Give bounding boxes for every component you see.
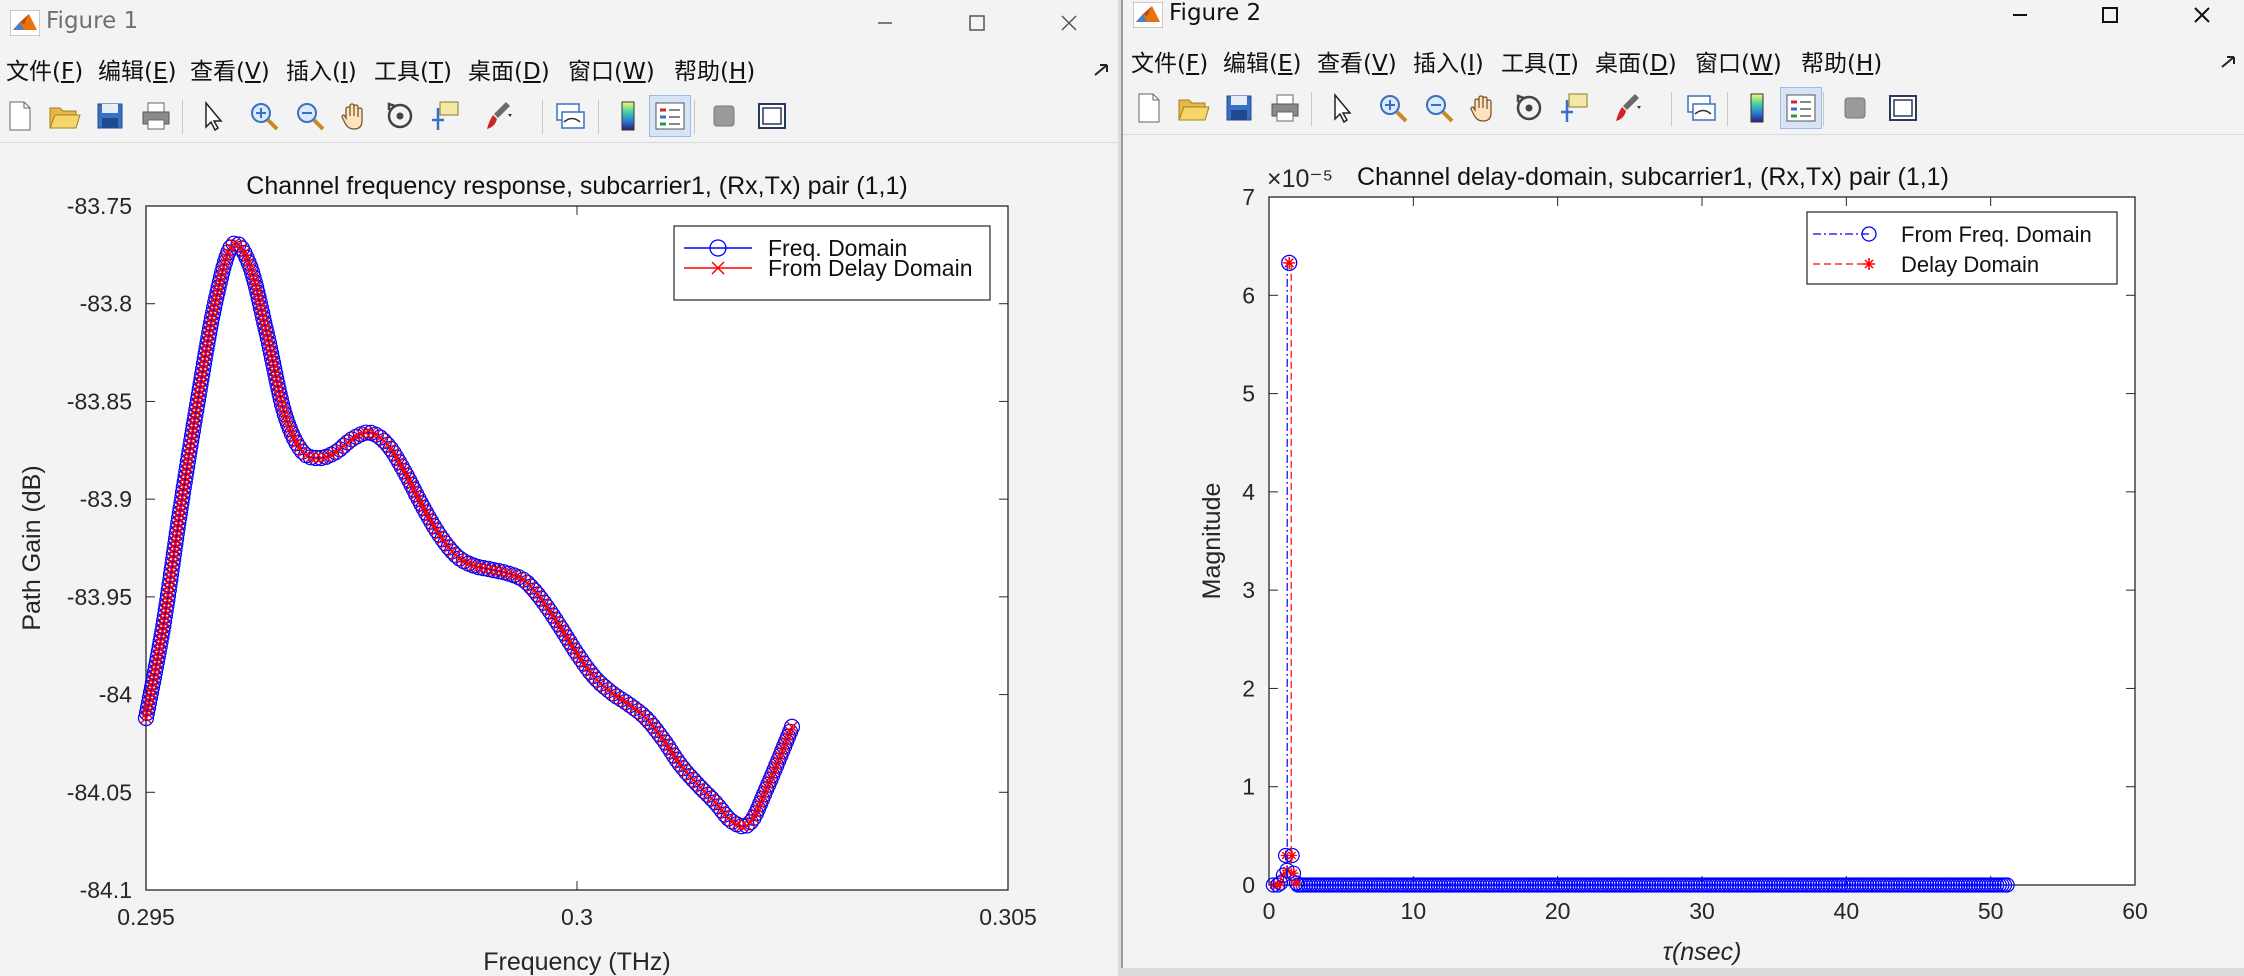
figure1-window: Figure 1 文件(F) 编辑(E) 查看(V) 插入(I) 工具(T) 桌面(D) 窗… xyxy=(0,0,1118,976)
y-tick-label: -84.1 xyxy=(80,877,132,903)
x-tick-label: 0.305 xyxy=(979,904,1037,930)
y-axis-label: Path Gain (dB) xyxy=(18,465,46,630)
axes-box xyxy=(145,205,1009,891)
delay-domain-plot: 0 1 2 3 4 5 6 7 0 10 20 30 40 50 60 ×10⁻⁵ Channel delay-… xyxy=(1198,163,2148,966)
x-tick-label: 0 xyxy=(1263,898,1276,924)
y-tick-label: 0 xyxy=(1242,872,1255,898)
x-tick-label: 60 xyxy=(2122,898,2148,924)
y-tick-label: 7 xyxy=(1242,184,1255,210)
y-tick-label: -84 xyxy=(99,682,132,708)
x-tick-label: 0.3 xyxy=(561,904,593,930)
y-tick-label: -83.8 xyxy=(80,291,132,317)
y-tick-label: -83.85 xyxy=(67,388,132,414)
x-axis-label: τ(nsec) xyxy=(1663,938,1742,966)
frequency-response-plot: -83.75 -83.8 -83.85 -83.9 -83.95 -84 -84.05 -84… xyxy=(18,172,1037,976)
x-tick-label: 20 xyxy=(1545,898,1571,924)
x-tick-label: 40 xyxy=(1834,898,1860,924)
figure2-window: Figure 2 文件(F) 编辑(E) 查看(V) 插入(I) 工具(T) 桌面(D) 窗… xyxy=(1121,0,2244,968)
x-tick-label: 10 xyxy=(1401,898,1427,924)
axes-box xyxy=(1268,196,2136,886)
legend-label: From Delay Domain xyxy=(768,255,973,281)
peak-point-red xyxy=(1283,256,1296,269)
x-axis-label: Frequency (THz) xyxy=(483,948,671,976)
x-tick-label: 0.295 xyxy=(117,904,175,930)
y-tick-label: -83.95 xyxy=(67,584,132,610)
x-tick-label: 30 xyxy=(1689,898,1715,924)
y-tick-label: -83.9 xyxy=(80,486,132,512)
legend[interactable]: From Freq. Domain Delay Domain xyxy=(1806,211,2118,285)
y-tick-label: 2 xyxy=(1242,675,1255,701)
y-tick-label: 1 xyxy=(1242,774,1255,800)
legend-label: Delay Domain xyxy=(1901,252,2039,277)
x-tick-label: 50 xyxy=(1978,898,2004,924)
legend-label: From Freq. Domain xyxy=(1901,222,2092,247)
legend[interactable]: Freq. DomainFrom Delay Domain xyxy=(673,225,991,301)
delay-domain-point xyxy=(1291,878,1302,889)
y-tick-label: 4 xyxy=(1242,479,1255,505)
y-tick-label: -84.05 xyxy=(67,779,132,805)
y-tick-label: 5 xyxy=(1242,381,1255,407)
y-tick-label: 3 xyxy=(1242,577,1255,603)
chart-title: Channel frequency response, subcarrier1,… xyxy=(246,172,907,200)
y-tick-label: -83.75 xyxy=(67,193,132,219)
exponent-label: ×10⁻⁵ xyxy=(1267,165,1333,193)
chart-title: Channel delay-domain, subcarrier1, (Rx,T… xyxy=(1357,163,1949,191)
y-axis-label: Magnitude xyxy=(1198,483,1226,600)
y-tick-label: 6 xyxy=(1242,282,1255,308)
